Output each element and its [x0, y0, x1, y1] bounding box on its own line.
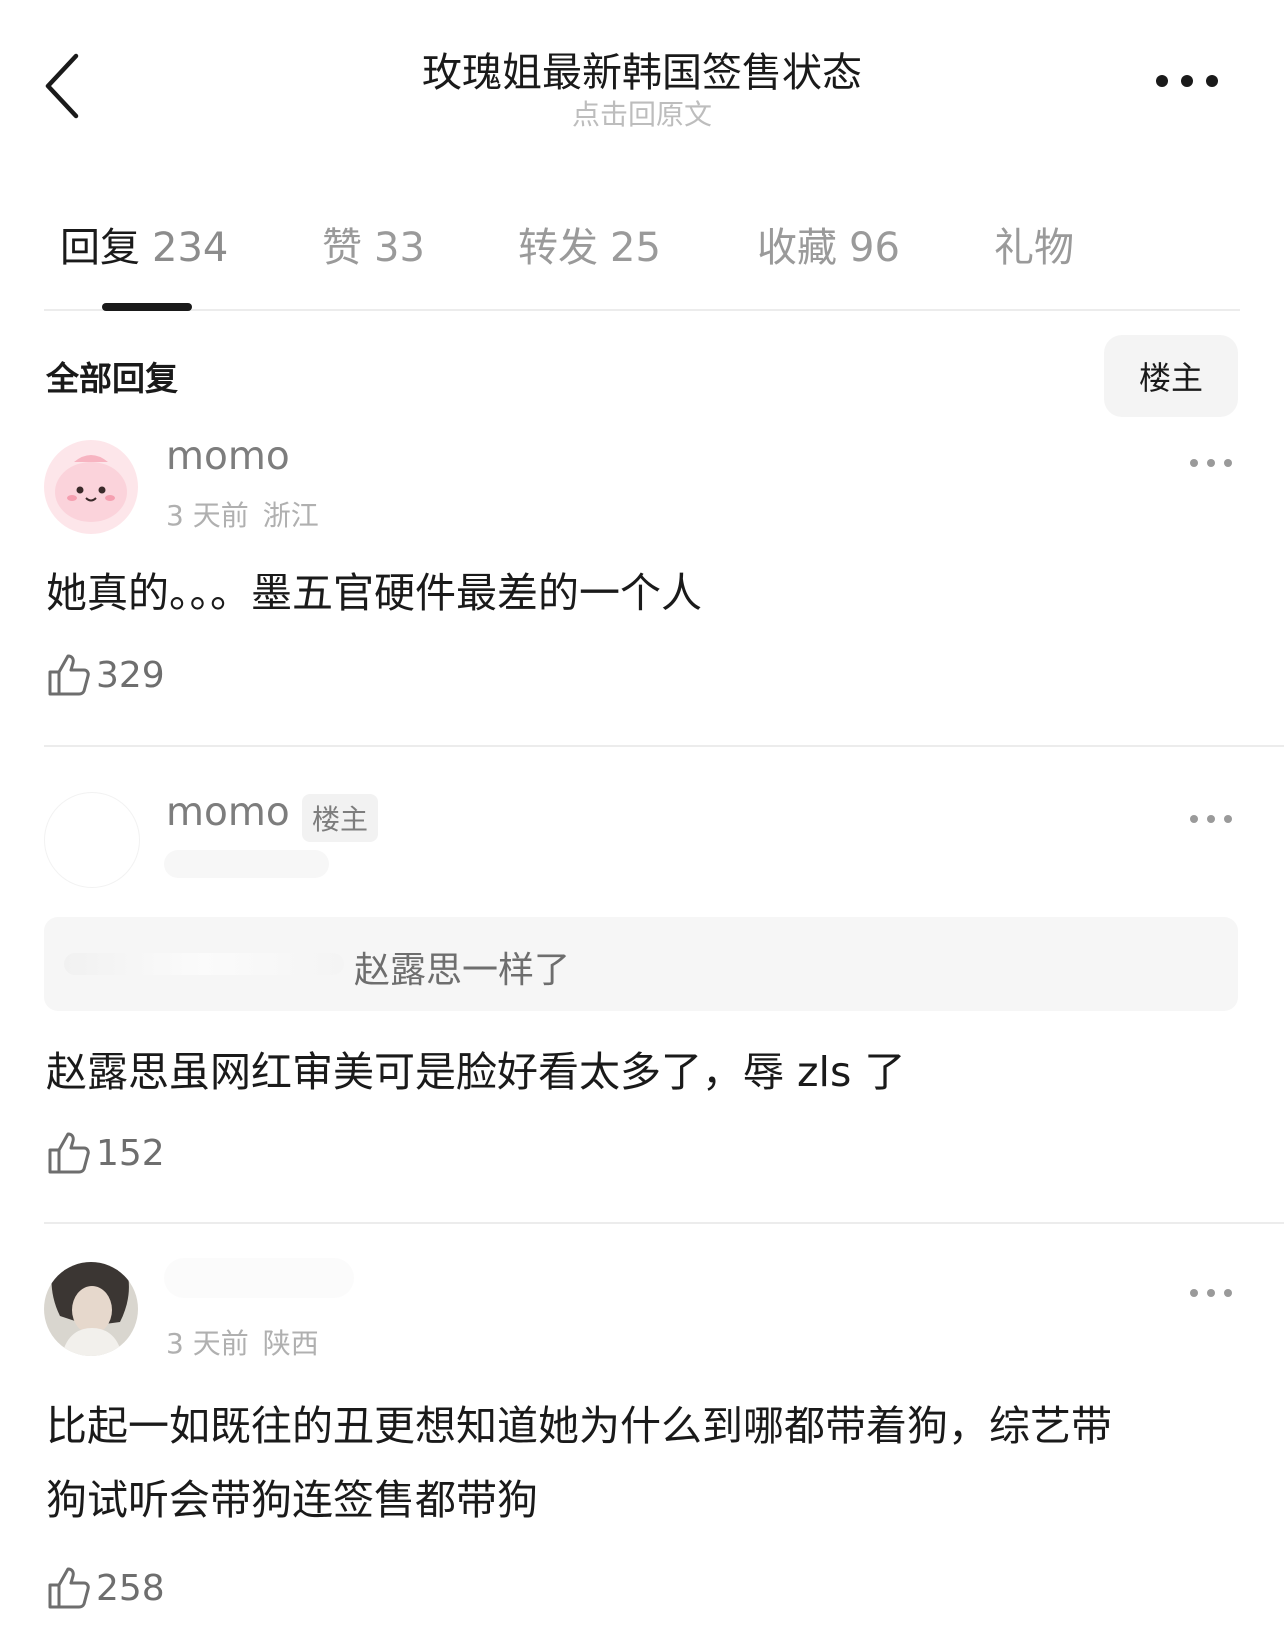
comment-text: 比起一如既往的丑更想知道她为什么到哪都带着狗，综艺带 狗试听会带狗连签售都带狗 [46, 1389, 1236, 1537]
like-count: 329 [96, 654, 165, 696]
comment-text-line: 狗试听会带狗连签售都带狗 [46, 1476, 538, 1524]
more-dots-icon [1190, 1289, 1232, 1297]
like-button[interactable]: 258 [46, 1563, 165, 1613]
like-button[interactable]: 152 [46, 1128, 165, 1178]
tab-favorites[interactable]: 收藏 96 [757, 215, 900, 273]
blurred-quote-text [64, 953, 344, 975]
comment-text: 赵露思虽网红审美可是脸好看太多了，辱 zls 了 [46, 1048, 906, 1096]
avatar[interactable] [44, 1262, 138, 1356]
tab-reposts[interactable]: 转发 25 [518, 215, 661, 273]
tab-likes[interactable]: 赞 33 [322, 215, 425, 273]
op-filter-button[interactable]: 楼主 [1104, 335, 1238, 417]
thumbs-up-icon [48, 654, 90, 696]
blurred-meta [164, 850, 329, 878]
like-count: 152 [96, 1132, 165, 1174]
avatar[interactable] [44, 440, 138, 534]
comment-meta: 3 天前 浙江 [166, 494, 319, 534]
view-original-link[interactable]: 点击回原文 [0, 93, 1284, 133]
tab-replies[interactable]: 回复 234 [60, 215, 228, 273]
comment-time: 3 天前 [166, 499, 249, 532]
comment-username[interactable]: momo [166, 434, 290, 479]
comment-location: 陕西 [262, 1327, 319, 1360]
blurred-username [164, 1258, 354, 1298]
page-title: 玫瑰姐最新韩国签售状态 [422, 50, 862, 96]
more-options-button[interactable] [1150, 66, 1230, 96]
comment-divider [44, 1222, 1284, 1224]
like-count: 258 [96, 1567, 165, 1609]
thumbs-up-icon [48, 1567, 90, 1609]
comment-more-button[interactable] [1186, 448, 1246, 478]
comment-username[interactable]: momo [166, 790, 290, 835]
tab-gifts[interactable]: 礼物 [994, 215, 1086, 273]
section-title: 全部回复 [46, 359, 178, 398]
like-button[interactable]: 329 [46, 650, 165, 700]
more-dots-icon [1190, 459, 1232, 467]
quoted-text: 赵露思一样了 [354, 950, 571, 991]
comment-more-button[interactable] [1186, 1278, 1246, 1308]
avatar[interactable] [44, 792, 140, 888]
comment-text-line: 比起一如既往的丑更想知道她为什么到哪都带着狗，综艺带 [46, 1402, 1112, 1450]
comment-time: 3 天前 [166, 1327, 249, 1360]
op-badge: 楼主 [302, 794, 379, 842]
comment-location: 浙江 [262, 499, 319, 532]
more-dots-icon [1156, 75, 1218, 87]
comment-more-button[interactable] [1186, 804, 1246, 834]
comment-text: 她真的。。。墨五官硬件最差的一个人 [46, 569, 702, 617]
more-dots-icon [1190, 815, 1232, 823]
comment-divider [44, 745, 1284, 747]
comment-meta: 3 天前 陕西 [166, 1322, 319, 1362]
quoted-reply[interactable]: 赵露思一样了 [44, 917, 1238, 1011]
thumbs-up-icon [48, 1132, 90, 1174]
tabs-divider [44, 309, 1240, 311]
active-tab-indicator [102, 303, 192, 311]
